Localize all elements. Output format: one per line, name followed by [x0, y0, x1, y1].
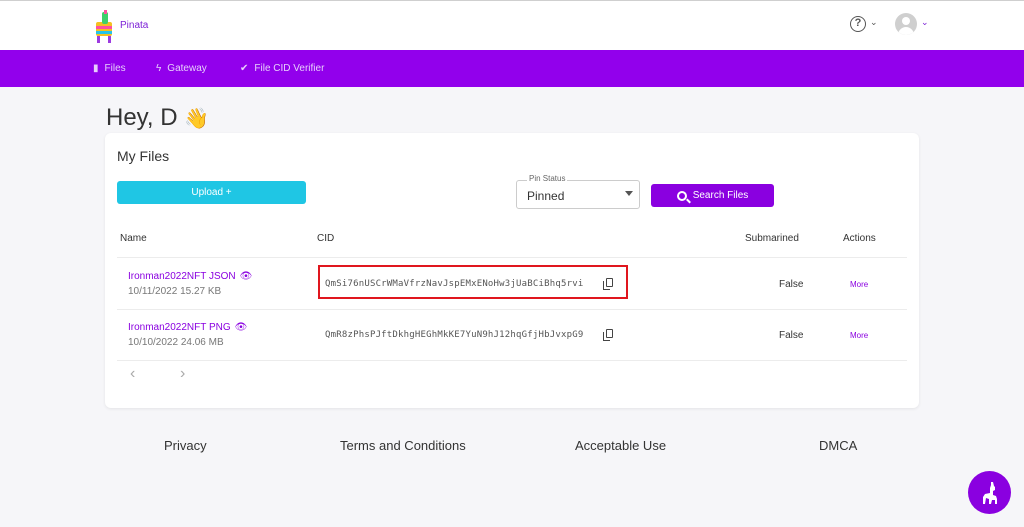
eye-icon[interactable]: 👁	[235, 322, 248, 333]
nav-item-gateway[interactable]: ϟ Gateway	[156, 63, 207, 74]
eye-icon[interactable]: 👁	[240, 271, 253, 282]
file-icon: ▮	[93, 63, 99, 74]
cid-highlight-box	[318, 265, 628, 299]
wave-emoji-icon: 👋	[184, 108, 210, 130]
footer-link-terms[interactable]: Terms and Conditions	[340, 438, 466, 453]
table-divider	[117, 360, 907, 361]
card-title: My Files	[117, 148, 170, 164]
search-files-button[interactable]: Search Files	[651, 184, 774, 207]
search-button-label: Search Files	[692, 190, 749, 201]
column-header-cid: CID	[317, 233, 335, 244]
file-name-link[interactable]: Ironman2022NFT PNG 👁	[128, 322, 247, 333]
footer-link-privacy[interactable]: Privacy	[164, 438, 207, 453]
file-meta: 10/11/2022 15.27 KB	[128, 286, 222, 297]
file-name-text: Ironman2022NFT JSON	[128, 271, 236, 282]
greeting-text: Hey, D	[106, 104, 178, 131]
footer-link-acceptable-use[interactable]: Acceptable Use	[575, 438, 666, 453]
file-name-text: Ironman2022NFT PNG	[128, 322, 231, 333]
llama-chat-button[interactable]	[968, 471, 1011, 514]
avatar-head	[902, 17, 910, 25]
avatar-chevron-icon[interactable]: ⌄	[921, 17, 929, 28]
brand-name[interactable]: Pinata	[120, 20, 148, 31]
pin-status-select[interactable]: Pin Status Pinned	[516, 174, 640, 209]
pin-status-value: Pinned	[527, 189, 565, 203]
double-check-icon: ✔	[240, 63, 249, 74]
nav-item-files[interactable]: ▮ Files	[93, 63, 126, 74]
more-link[interactable]: More	[850, 280, 868, 289]
page-greeting: Hey, D 👋	[106, 104, 209, 132]
file-name-link[interactable]: Ironman2022NFT JSON 👁	[128, 271, 252, 282]
table-divider	[117, 309, 907, 310]
pager-prev-icon[interactable]: ‹	[130, 365, 135, 383]
more-link[interactable]: More	[850, 331, 868, 340]
search-icon	[676, 190, 687, 201]
nav-bar: ▮ Files ϟ Gateway ✔ File CID Verifier	[0, 50, 1024, 87]
table-divider	[117, 257, 907, 258]
nav-item-label: File CID Verifier	[254, 63, 325, 74]
files-card: My Files Upload + Pin Status Pinned Sear…	[105, 133, 919, 408]
nav-item-label: Gateway	[167, 63, 207, 74]
column-header-name: Name	[120, 233, 147, 244]
nav-item-cid-verifier[interactable]: ✔ File CID Verifier	[240, 63, 324, 74]
submarined-value: False	[779, 279, 804, 290]
help-chevron-icon[interactable]: ⌄	[870, 17, 878, 28]
dropdown-caret-icon	[625, 191, 633, 196]
file-meta: 10/10/2022 24.06 MB	[128, 337, 224, 348]
upload-button[interactable]: Upload +	[117, 181, 306, 204]
pager-next-icon[interactable]: ›	[180, 365, 185, 383]
lightning-icon: ϟ	[156, 63, 162, 74]
avatar[interactable]	[895, 13, 917, 35]
llama-icon	[982, 482, 997, 504]
column-header-submarined: Submarined	[745, 233, 799, 244]
submarined-value: False	[779, 330, 804, 341]
copy-icon[interactable]	[603, 329, 613, 341]
column-header-actions: Actions	[843, 233, 876, 244]
pin-status-label: Pin Status	[527, 174, 568, 183]
cid-value[interactable]: QmR8zPhsPJftDkhgHEGhMkKE7YuN9hJ12hqGfjHb…	[325, 330, 583, 340]
pinata-logo-icon[interactable]	[92, 10, 116, 44]
footer-link-dmca[interactable]: DMCA	[819, 438, 857, 453]
nav-item-label: Files	[104, 63, 126, 74]
top-bar: Pinata ? ⌄ ⌄	[0, 0, 1024, 50]
avatar-body	[898, 27, 914, 35]
help-icon[interactable]: ?	[850, 16, 866, 32]
